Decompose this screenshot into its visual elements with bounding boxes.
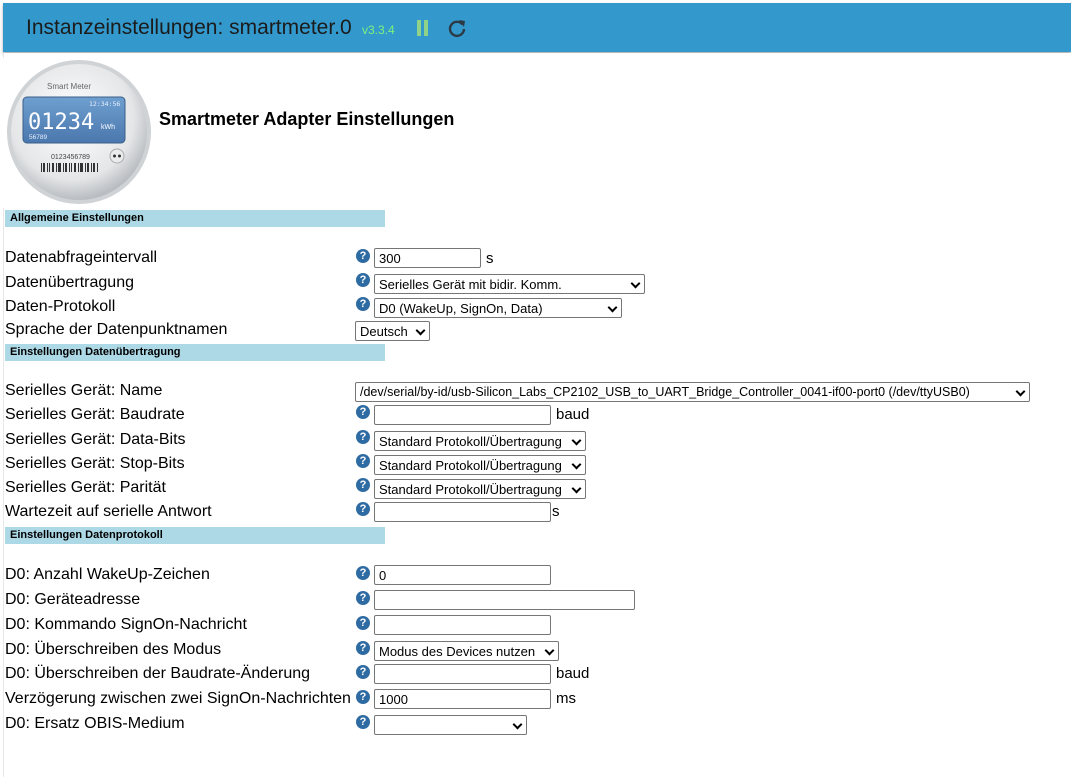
interval-unit: s — [486, 250, 494, 267]
reload-icon[interactable] — [447, 18, 467, 38]
logo-unit: kWh — [101, 124, 115, 131]
address-input[interactable] — [374, 590, 635, 610]
transfer-select[interactable]: Serielles Gerät mit bidir. Komm. — [374, 274, 645, 294]
help-icon[interactable]: ? — [356, 430, 370, 444]
logo-serial: 0123456789 — [51, 154, 90, 161]
baudchange-input[interactable] — [374, 664, 551, 684]
baudchange-label: D0: Überschreiben der Baudrate-Änderung — [5, 665, 311, 682]
help-icon[interactable]: ? — [356, 690, 370, 704]
language-select[interactable]: Deutsch — [355, 321, 430, 341]
wakeup-input[interactable]: 0 — [374, 565, 551, 585]
signon-input[interactable] — [374, 615, 551, 635]
logo-time: 12:34:56 — [89, 100, 120, 108]
page-title: Smartmeter Adapter Einstellungen — [159, 109, 455, 129]
pause-icon[interactable] — [416, 20, 430, 36]
delay-unit: ms — [556, 690, 576, 707]
baudrate-label: Serielles Gerät: Baudrate — [5, 406, 185, 423]
section-general: Allgemeine Einstellungen — [5, 210, 385, 227]
timeout-unit: s — [552, 503, 560, 520]
help-icon[interactable]: ? — [356, 566, 370, 580]
section-protocol: Einstellungen Datenprotokoll — [5, 527, 385, 544]
serial-name-label: Serielles Gerät: Name — [5, 382, 163, 399]
databits-select[interactable]: Standard Protokoll/Übertragung — [374, 431, 586, 451]
mode-select[interactable]: Modus des Devices nutzen — [374, 641, 559, 661]
help-icon[interactable]: ? — [356, 502, 370, 516]
baudchange-unit: baud — [556, 665, 590, 682]
transfer-label: Datenübertragung — [5, 274, 134, 291]
signon-label: D0: Kommando SignOn-Nachricht — [5, 616, 247, 633]
help-icon[interactable]: ? — [356, 715, 370, 729]
obis-select[interactable] — [374, 715, 527, 735]
section-transfer: Einstellungen Datenübertragung — [5, 344, 385, 361]
delay-label: Verzögerung zwischen zwei SignOn-Nachric… — [5, 690, 351, 707]
help-icon[interactable]: ? — [356, 273, 370, 287]
title-bar: Instanzeinstellungen: smartmeter.0 v3.3.… — [3, 3, 1071, 52]
databits-label: Serielles Gerät: Data-Bits — [5, 431, 186, 448]
baudrate-input[interactable] — [374, 405, 551, 425]
logo-sub-number: 56789 — [29, 134, 47, 141]
version-label: v3.3.4 — [362, 23, 395, 37]
address-label: D0: Geräteadresse — [5, 591, 141, 608]
obis-label: D0: Ersatz OBIS-Medium — [5, 715, 185, 732]
interval-input[interactable]: 300 — [374, 248, 481, 268]
help-icon[interactable]: ? — [356, 591, 370, 605]
timeout-input[interactable] — [374, 502, 551, 522]
delay-input[interactable]: 1000 — [374, 689, 551, 709]
logo-brand: Smart Meter — [47, 82, 91, 91]
help-icon[interactable]: ? — [356, 665, 370, 679]
stopbits-label: Serielles Gerät: Stop-Bits — [5, 455, 185, 472]
help-icon[interactable]: ? — [356, 454, 370, 468]
wakeup-label: D0: Anzahl WakeUp-Zeichen — [5, 566, 210, 583]
mode-label: D0: Überschreiben des Modus — [5, 641, 222, 658]
logo-reading: 01234 — [28, 110, 94, 135]
parity-select[interactable]: Standard Protokoll/Übertragung — [374, 479, 586, 499]
smartmeter-logo: Smart Meter 12:34:56 01234 kWh 56789 012… — [3, 58, 156, 208]
timeout-label: Wartezeit auf serielle Antwort — [5, 503, 212, 520]
baudrate-unit: baud — [556, 406, 590, 423]
stopbits-select[interactable]: Standard Protokoll/Übertragung — [374, 455, 586, 475]
serial-name-select[interactable]: /dev/serial/by-id/usb-Silicon_Labs_CP210… — [355, 382, 1030, 402]
help-icon[interactable]: ? — [356, 616, 370, 630]
window-title: Instanzeinstellungen: smartmeter.0 — [26, 16, 352, 39]
help-icon[interactable]: ? — [356, 297, 370, 311]
help-icon[interactable]: ? — [356, 249, 370, 263]
help-icon[interactable]: ? — [356, 641, 370, 655]
help-icon[interactable]: ? — [356, 478, 370, 492]
parity-label: Serielles Gerät: Parität — [5, 479, 166, 496]
protocol-select[interactable]: D0 (WakeUp, SignOn, Data) — [374, 298, 622, 318]
interval-label: Datenabfrageintervall — [5, 249, 158, 266]
protocol-label: Daten-Protokoll — [5, 298, 116, 315]
language-label: Sprache der Datenpunktnamen — [5, 321, 228, 338]
help-icon[interactable]: ? — [356, 405, 370, 419]
